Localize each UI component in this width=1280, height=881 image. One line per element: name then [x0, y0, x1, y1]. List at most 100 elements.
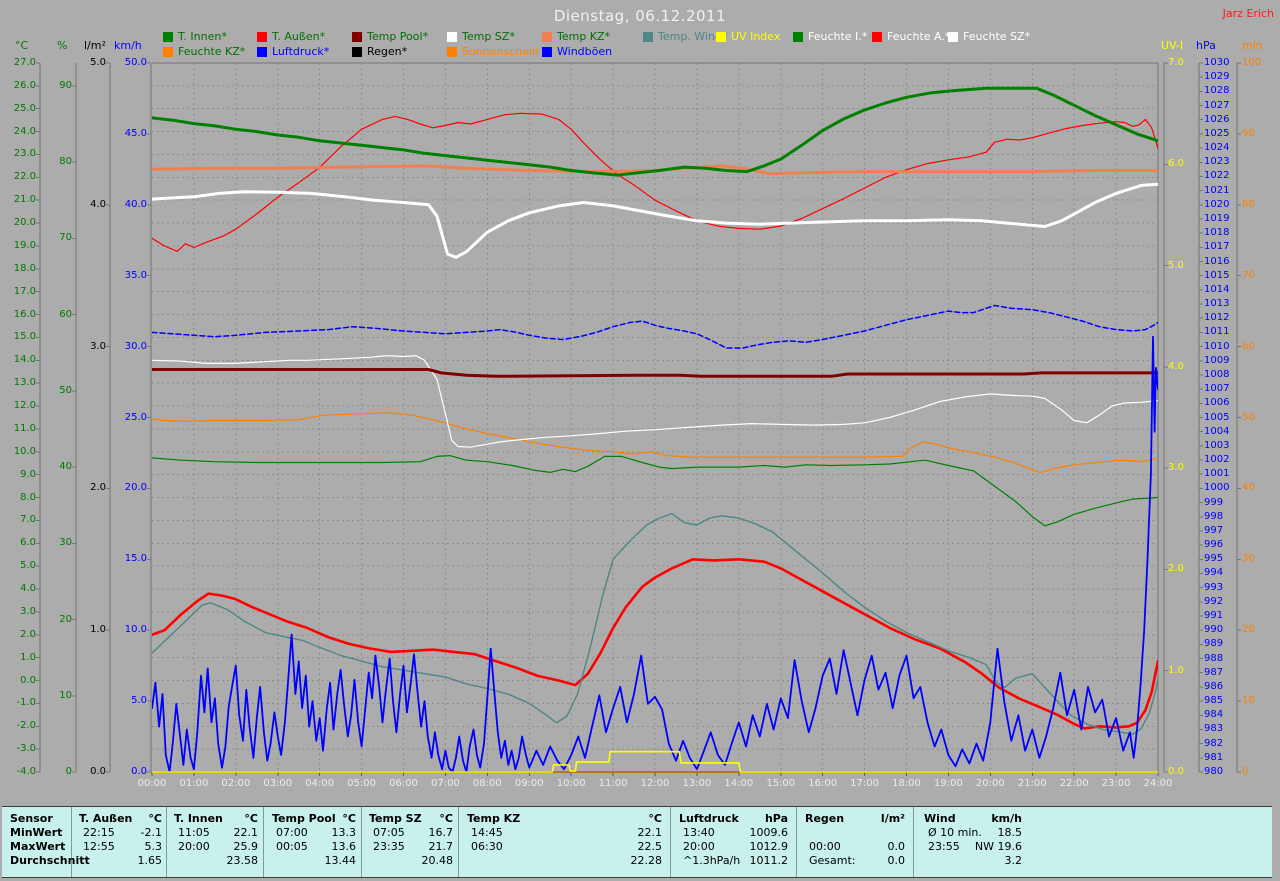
weather-day-graph: Dienstag, 06.12.2011 Jarz Erich T. Innen… [0, 0, 1280, 881]
table-col-unit: l/m² [880, 812, 905, 825]
table-cell-value: 0.0 [887, 854, 906, 867]
axis-tick-label-hpa: 997 [1204, 524, 1224, 536]
x-tick-label: 06:00 [389, 778, 418, 789]
table-column-divider [796, 807, 797, 877]
axis-tick-label-kmh: 15.0 [124, 553, 147, 565]
axis-tick-label-kmh: 45.0 [124, 127, 147, 139]
table-col-unit: °C [244, 812, 258, 825]
x-tick-label: 24:00 [1143, 778, 1173, 789]
table-cell-value: 1012.9 [749, 840, 789, 853]
axis-tick-label-percent: 60 [59, 308, 72, 320]
axis-tick-label-celsius: -2.0 [16, 720, 36, 732]
axis-tick-label-celsius: 4.0 [20, 583, 36, 595]
table-row-label: MaxWert [10, 840, 66, 853]
axis-tick-label-celsius: 18.0 [13, 262, 36, 274]
axis-tick-label-hpa: 987 [1204, 666, 1224, 678]
axis-tick-label-hpa: 989 [1204, 638, 1224, 650]
axis-tick-label-minutes: 80 [1242, 198, 1255, 210]
axis-tick-label-celsius: 24.0 [13, 125, 36, 137]
x-tick-label: 09:00 [514, 778, 544, 789]
x-tick-label: 18:00 [892, 778, 921, 789]
x-tick-label: 03:00 [263, 778, 293, 789]
axis-tick-label-hpa: 988 [1204, 652, 1224, 664]
x-tick-label: 19:00 [933, 778, 963, 789]
x-tick-label: 00:00 [137, 778, 167, 789]
axis-tick-label-celsius: 12.0 [13, 400, 36, 412]
axis-tick-label-minutes: 70 [1242, 269, 1255, 281]
table-cell-value: 22.5 [637, 840, 663, 853]
table-col-name: Wind [924, 812, 956, 825]
table-col-unit: °C [342, 812, 356, 825]
axis-tick-label-hpa: 1007 [1204, 383, 1230, 395]
table-cell-value: 22.1 [637, 826, 663, 839]
axis-tick-label-minutes: 30 [1242, 553, 1255, 565]
axis-tick-label-minutes: 100 [1242, 57, 1262, 68]
axis-tick-label-minutes: 10 [1242, 695, 1255, 707]
axis-tick-label-hpa: 1003 [1204, 439, 1230, 451]
axis-tick-label-hpa: 1002 [1204, 454, 1230, 466]
table-cell-value: -2.1 [140, 826, 162, 839]
axis-tick-label-hpa: 993 [1204, 581, 1224, 593]
axis-tick-label-lm2: 2.0 [90, 482, 106, 494]
axis-tick-label-hpa: 1013 [1204, 298, 1230, 310]
axis-tick-label-minutes: 60 [1242, 340, 1255, 352]
table-cell-value: 5.3 [144, 840, 163, 853]
table-cell-value: 0.0 [887, 840, 906, 853]
axis-tick-label-kmh: 40.0 [124, 198, 147, 210]
axis-tick-label-hpa: 992 [1204, 595, 1224, 607]
axis-tick-label-hpa: 984 [1204, 709, 1224, 721]
axis-tick-label-kmh: 30.0 [124, 340, 147, 352]
table-col-unit: km/h [991, 812, 1022, 825]
table-cell-time: 06:30 [471, 840, 503, 853]
table-cell-value: 13.44 [324, 854, 357, 867]
axis-tick-label-celsius: 14.0 [13, 354, 36, 366]
axis-tick-label-minutes: 20 [1242, 624, 1255, 636]
axis-tick-label-hpa: 983 [1204, 723, 1224, 735]
axis-tick-label-lm2: 3.0 [90, 340, 106, 352]
x-tick-label: 14:00 [724, 778, 754, 789]
axis-tick-label-celsius: 11.0 [13, 422, 36, 434]
axis-tick-label-celsius: 0.0 [20, 674, 36, 686]
axis-tick-label-hpa: 1014 [1204, 283, 1230, 295]
x-tick-label: 10:00 [556, 778, 586, 789]
x-tick-label: 01:00 [179, 778, 209, 789]
table-cell-value: 23.58 [226, 854, 259, 867]
x-tick-label: 08:00 [472, 778, 502, 789]
table-cell-value: 13.6 [331, 840, 357, 853]
axis-tick-label-hpa: 1024 [1204, 142, 1230, 154]
axis-tick-label-hpa: 1017 [1204, 241, 1230, 253]
x-tick-label: 21:00 [1017, 778, 1047, 789]
axis-tick-label-celsius: 2.0 [20, 628, 36, 640]
table-cell-value: NW 19.6 [974, 840, 1022, 853]
x-tick-label: 07:00 [430, 778, 460, 789]
x-tick-label: 11:00 [598, 778, 628, 789]
axis-tick-label-hpa: 1016 [1204, 255, 1230, 267]
table-cell-value: 21.7 [428, 840, 454, 853]
axis-tick-label-lm2: 4.0 [90, 198, 106, 210]
x-tick-label: 02:00 [221, 778, 251, 789]
axis-tick-label-hpa: 1001 [1204, 468, 1230, 480]
axis-tick-label-hpa: 981 [1204, 751, 1224, 763]
axis-tick-label-percent: 20 [59, 613, 72, 625]
axis-tick-label-hpa: 991 [1204, 610, 1224, 622]
axis-tick-label-celsius: 27.0 [13, 57, 36, 68]
axis-tick-label-hpa: 998 [1204, 510, 1224, 522]
x-tick-label: 15:00 [766, 778, 796, 789]
axis-tick-label-kmh: 5.0 [131, 695, 147, 707]
table-row-label: MinWert [10, 826, 63, 839]
axis-tick-label-hpa: 1006 [1204, 397, 1230, 409]
axis-tick-label-percent: 50 [59, 384, 72, 396]
axis-tick-label-hpa: 1011 [1204, 326, 1230, 338]
summary-table: Sensor MinWert MaxWert Durchschnitt T. Außen… [2, 806, 1272, 878]
axis-tick-label-hpa: 1026 [1204, 113, 1230, 125]
axis-tick-label-hpa: 986 [1204, 680, 1224, 692]
axis-tick-label-hpa: 1012 [1204, 312, 1230, 324]
table-cell-value: 22.1 [233, 826, 259, 839]
axis-tick-label-hpa: 1029 [1204, 71, 1230, 83]
axis-tick-label-kmh: 35.0 [124, 269, 147, 281]
series-luftdruck [152, 304, 1158, 349]
table-cell-value: 22.28 [630, 854, 663, 867]
axis-tick-label-percent: 70 [59, 232, 72, 244]
axis-tick-label-celsius: 15.0 [13, 331, 36, 343]
x-tick-label: 16:00 [808, 778, 838, 789]
